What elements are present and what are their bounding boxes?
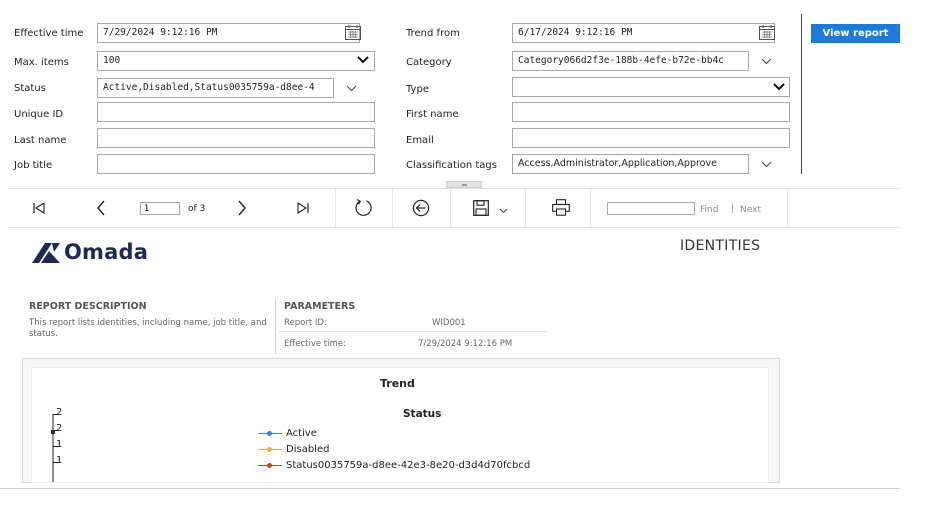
back-to-parent-icon[interactable]: [412, 199, 430, 217]
section-divider: [275, 298, 276, 354]
first-name-input[interactable]: [512, 102, 790, 122]
unique-id-input[interactable]: [97, 102, 375, 122]
next-page-icon[interactable]: [237, 200, 247, 216]
panel-collapse-handle[interactable]: [446, 181, 482, 188]
email-label: Email: [406, 135, 434, 146]
view-report-button[interactable]: View report: [811, 24, 900, 43]
y-tick-label: 1: [56, 439, 63, 450]
toolbar-separator: [525, 189, 526, 227]
toolbar-separator: [787, 189, 788, 227]
find-link[interactable]: Find: [700, 205, 718, 215]
parameter-panel: Effective time 7/29/2024 9:12:16 PM Tren…: [0, 0, 929, 188]
legend-label: Status0035759a-d8ee-42e3-8e20-d3d4d70fcb…: [286, 460, 531, 471]
y-tick-label: 2: [56, 423, 63, 434]
page-count: of 3: [188, 204, 206, 214]
trend-from-input[interactable]: 6/17/2024 9:12:16 PM: [512, 23, 775, 43]
panel-divider: [801, 14, 802, 174]
toolbar-separator: [450, 189, 451, 227]
classification-tags-label: Classification tags: [406, 160, 497, 171]
legend-swatch: [258, 446, 282, 452]
logo-text: Omada: [64, 240, 149, 264]
first-page-icon[interactable]: [33, 202, 45, 214]
unique-id-label: Unique ID: [14, 109, 64, 120]
toolbar-separator: [392, 189, 393, 227]
last-page-icon[interactable]: [297, 202, 309, 214]
classification-tags-select[interactable]: Access,Administrator,Application,Approve: [512, 154, 749, 174]
legend-swatch: [258, 462, 282, 468]
toolbar-separator: [590, 189, 591, 227]
chevron-down-icon[interactable]: [499, 208, 508, 214]
type-select[interactable]: [512, 77, 790, 97]
toolbar-separator: [335, 189, 336, 227]
print-icon[interactable]: [552, 199, 570, 216]
find-separator: |: [731, 204, 735, 214]
category-label: Category: [406, 57, 452, 68]
job-title-label: Job title: [14, 160, 53, 171]
find-next-link[interactable]: Next: [740, 205, 761, 215]
status-label: Status: [14, 83, 46, 94]
effective-time-input[interactable]: 7/29/2024 9:12:16 PM: [97, 23, 360, 43]
effective-time-param-label: Effective time:: [284, 339, 346, 349]
status-select[interactable]: Active,Disabled,Status0035759a-d8ee-4: [97, 78, 334, 98]
max-items-label: Max. items: [14, 57, 69, 68]
last-name-label: Last name: [14, 135, 67, 146]
email-input[interactable]: [512, 128, 790, 148]
chevron-down-icon[interactable]: [357, 56, 369, 64]
effective-time-param-value: 7/29/2024 9:12:16 PM: [418, 339, 513, 349]
save-icon[interactable]: [473, 200, 489, 216]
legend-swatch: [258, 430, 282, 436]
calendar-icon[interactable]: [345, 25, 361, 40]
description-text: This report lists identities, including …: [29, 318, 267, 339]
type-label: Type: [406, 84, 429, 95]
trend-from-label: Trend from: [406, 28, 460, 39]
effective-time-label: Effective time: [14, 28, 84, 39]
omada-logo-icon: [32, 243, 60, 263]
parameters-row-divider: [278, 331, 548, 332]
chart-title: Trend: [380, 377, 415, 390]
legend-item: Active: [258, 428, 317, 440]
y-tick-label: 2: [56, 407, 63, 418]
legend-item: Status0035759a-d8ee-42e3-8e20-d3d4d70fcb…: [258, 460, 530, 472]
job-title-input[interactable]: [97, 154, 375, 174]
report-id-label: Report ID:: [284, 318, 327, 328]
chevron-down-icon[interactable]: [761, 161, 772, 168]
category-select[interactable]: Category066d2f3e-188b-4efe-b72e-bb4c: [512, 51, 749, 71]
legend-label: Active: [286, 428, 317, 439]
first-name-label: First name: [406, 109, 459, 120]
refresh-icon[interactable]: [354, 198, 373, 217]
legend-label: Disabled: [286, 444, 330, 455]
chevron-down-icon[interactable]: [773, 83, 785, 91]
previous-page-icon[interactable]: [96, 200, 106, 216]
toolbar-bottom-border: [8, 227, 900, 228]
y-tick-mark: [53, 430, 59, 431]
max-items-select[interactable]: 100: [97, 51, 375, 71]
y-tick-mark: [53, 446, 59, 447]
report-id-value: WID001: [432, 318, 466, 328]
calendar-icon[interactable]: [759, 25, 775, 40]
last-name-input[interactable]: [97, 128, 375, 148]
description-heading: REPORT DESCRIPTION: [29, 301, 147, 312]
y-tick-mark: [53, 462, 59, 463]
find-input[interactable]: [607, 202, 695, 215]
chart-subtitle: Status: [403, 408, 442, 420]
viewport-bottom-border: [0, 488, 900, 489]
y-tick-mark: [53, 414, 59, 415]
page-number-input[interactable]: [140, 202, 180, 215]
y-tick-label: 1: [56, 455, 63, 466]
chevron-down-icon[interactable]: [761, 58, 772, 65]
chevron-down-icon[interactable]: [346, 85, 357, 92]
report-title: IDENTITIES: [680, 238, 761, 254]
parameters-heading: PARAMETERS: [284, 301, 356, 312]
legend-item: Disabled: [258, 444, 329, 456]
